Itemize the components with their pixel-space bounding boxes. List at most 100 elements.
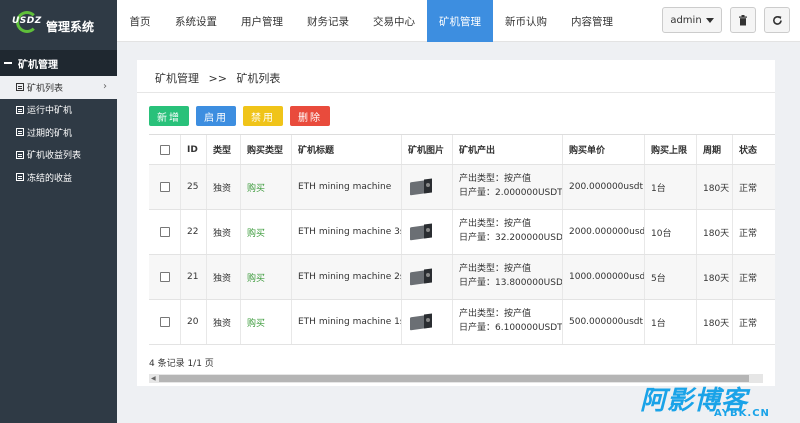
cell-period: 180天 [697, 255, 733, 299]
trash-icon [739, 14, 747, 25]
nav-content-management[interactable]: 内容管理 [559, 0, 625, 42]
sidebar-item-running-miners[interactable]: 运行中矿机 [0, 99, 117, 122]
cell-title: ETH mining machine 1st [292, 300, 402, 344]
scroll-left-icon[interactable]: ◀ [151, 375, 156, 382]
trash-button[interactable] [730, 7, 756, 33]
delete-button[interactable]: 删除 [290, 106, 330, 126]
watermark-sub: AYBK.CN [714, 408, 770, 419]
top-nav: 首页 系统设置 用户管理 财务记录 交易中心 矿机管理 新币认购 内容管理 ad… [117, 0, 800, 42]
cell-price: 2000.000000usdt [563, 210, 645, 254]
nav-trading-center[interactable]: 交易中心 [361, 0, 427, 42]
table-row[interactable]: 22 独资 购买 ETH mining machine 3st 产出类型：按产值… [149, 210, 775, 255]
nav-finance-records[interactable]: 财务记录 [295, 0, 361, 42]
disable-button[interactable]: 禁用 [243, 106, 283, 126]
document-icon [16, 173, 24, 182]
sidebar-item-miner-earnings[interactable]: 矿机收益列表 [0, 144, 117, 167]
header-image: 矿机图片 [402, 135, 453, 164]
header-output: 矿机产出 [453, 135, 563, 164]
refresh-button[interactable] [764, 7, 790, 33]
sidebar-group-miner[interactable]: 矿机管理 [0, 50, 117, 76]
breadcrumb-separator: >> [208, 72, 227, 85]
cell-title: ETH mining machine 2st [292, 255, 402, 299]
miner-image[interactable] [408, 178, 434, 196]
row-checkbox[interactable] [159, 227, 170, 237]
cell-price: 1000.000000usdt [563, 255, 645, 299]
cell-period: 180天 [697, 210, 733, 254]
document-icon [16, 83, 24, 92]
cell-title: ETH mining machine 3st [292, 210, 402, 254]
cell-image [402, 300, 453, 344]
nav-system-settings[interactable]: 系统设置 [163, 0, 229, 42]
nav-miner-management[interactable]: 矿机管理 [427, 0, 493, 42]
breadcrumb-current: 矿机列表 [236, 72, 281, 85]
cell-status: 正常 [739, 228, 758, 239]
add-button[interactable]: 新增 [149, 106, 189, 126]
logo-icon: USDZ [12, 9, 42, 35]
header-period: 周期 [697, 135, 733, 164]
cell-period: 180天 [697, 300, 733, 344]
row-checkbox[interactable] [159, 317, 170, 327]
header-checkbox-cell [149, 135, 181, 164]
miner-image[interactable] [408, 268, 434, 286]
sidebar-item-expired-miners[interactable]: 过期的矿机 [0, 121, 117, 144]
watermark: 阿影博客 AYBK.CN [636, 380, 796, 420]
cell-status: 正常 [739, 273, 758, 284]
miner-image[interactable] [408, 223, 434, 241]
cell-output: 产出类型：按产值 日产量：13.800000USDT [453, 255, 563, 299]
sidebar-item-frozen-earnings[interactable]: 冻结的收益 [0, 166, 117, 189]
cell-image [402, 165, 453, 209]
sidebar-item-miner-list[interactable]: 矿机列表 › [0, 76, 117, 99]
cell-output: 产出类型：按产值 日产量：32.200000USDT [453, 210, 563, 254]
cell-limit: 10台 [645, 210, 697, 254]
header-status: 状态 [739, 146, 758, 156]
app-title: 管理系统 [46, 19, 95, 34]
cell-type: 独资 [207, 255, 241, 299]
document-icon [16, 128, 24, 137]
cell-status: 正常 [739, 183, 758, 194]
cell-id: 21 [181, 255, 207, 299]
cell-image [402, 210, 453, 254]
cell-price: 500.000000usdt [563, 300, 645, 344]
table-row[interactable]: 25 独资 购买 ETH mining machine 产出类型：按产值 日产量… [149, 165, 775, 210]
table-header: ID 类型 购买类型 矿机标题 矿机图片 矿机产出 购买单价 购买上限 周期 状… [149, 135, 775, 165]
row-checkbox[interactable] [159, 272, 170, 282]
cell-output: 产出类型：按产值 日产量：6.100000USDT [453, 300, 563, 344]
action-toolbar: 新增 启用 禁用 删除 [149, 106, 330, 126]
cell-limit: 5台 [645, 255, 697, 299]
cell-type: 独资 [207, 210, 241, 254]
miner-image[interactable] [408, 313, 434, 331]
content-panel: 矿机管理 >> 矿机列表 新增 启用 禁用 删除 ID 类型 购买类型 矿机标题… [137, 60, 775, 386]
logo[interactable]: USDZ 管理系统 [0, 0, 117, 44]
document-icon [16, 105, 24, 114]
cell-buy-type: 购买 [241, 210, 292, 254]
cell-type: 独资 [207, 300, 241, 344]
cell-id: 22 [181, 210, 207, 254]
cell-output: 产出类型：按产值 日产量：2.000000USDT [453, 165, 563, 209]
minus-icon [4, 62, 12, 64]
table-row[interactable]: 21 独资 购买 ETH mining machine 2st 产出类型：按产值… [149, 255, 775, 300]
table-row[interactable]: 20 独资 购买 ETH mining machine 1st 产出类型：按产值… [149, 300, 775, 345]
nav-user-management[interactable]: 用户管理 [229, 0, 295, 42]
caret-down-icon [705, 17, 714, 23]
refresh-icon [772, 15, 782, 25]
breadcrumb-parent[interactable]: 矿机管理 [155, 72, 199, 85]
nav-coin-subscription[interactable]: 新币认购 [493, 0, 559, 42]
row-checkbox[interactable] [159, 182, 170, 192]
select-all-checkbox[interactable] [159, 144, 170, 155]
header-title: 矿机标题 [292, 135, 402, 164]
enable-button[interactable]: 启用 [196, 106, 236, 126]
document-icon [16, 150, 24, 159]
cell-image [402, 255, 453, 299]
cell-buy-type: 购买 [241, 300, 292, 344]
cell-status: 正常 [739, 318, 758, 329]
user-menu-button[interactable]: admin [662, 7, 722, 33]
chevron-right-icon: › [103, 81, 107, 92]
header-buy-type: 购买类型 [241, 135, 292, 164]
breadcrumb: 矿机管理 >> 矿机列表 [155, 70, 286, 86]
miner-table: ID 类型 购买类型 矿机标题 矿机图片 矿机产出 购买单价 购买上限 周期 状… [149, 134, 775, 345]
cell-limit: 1台 [645, 165, 697, 209]
cell-buy-type: 购买 [241, 165, 292, 209]
nav-home[interactable]: 首页 [117, 0, 163, 42]
cell-limit: 1台 [645, 300, 697, 344]
pagination-info: 4 条记录 1/1 页 [149, 359, 214, 369]
